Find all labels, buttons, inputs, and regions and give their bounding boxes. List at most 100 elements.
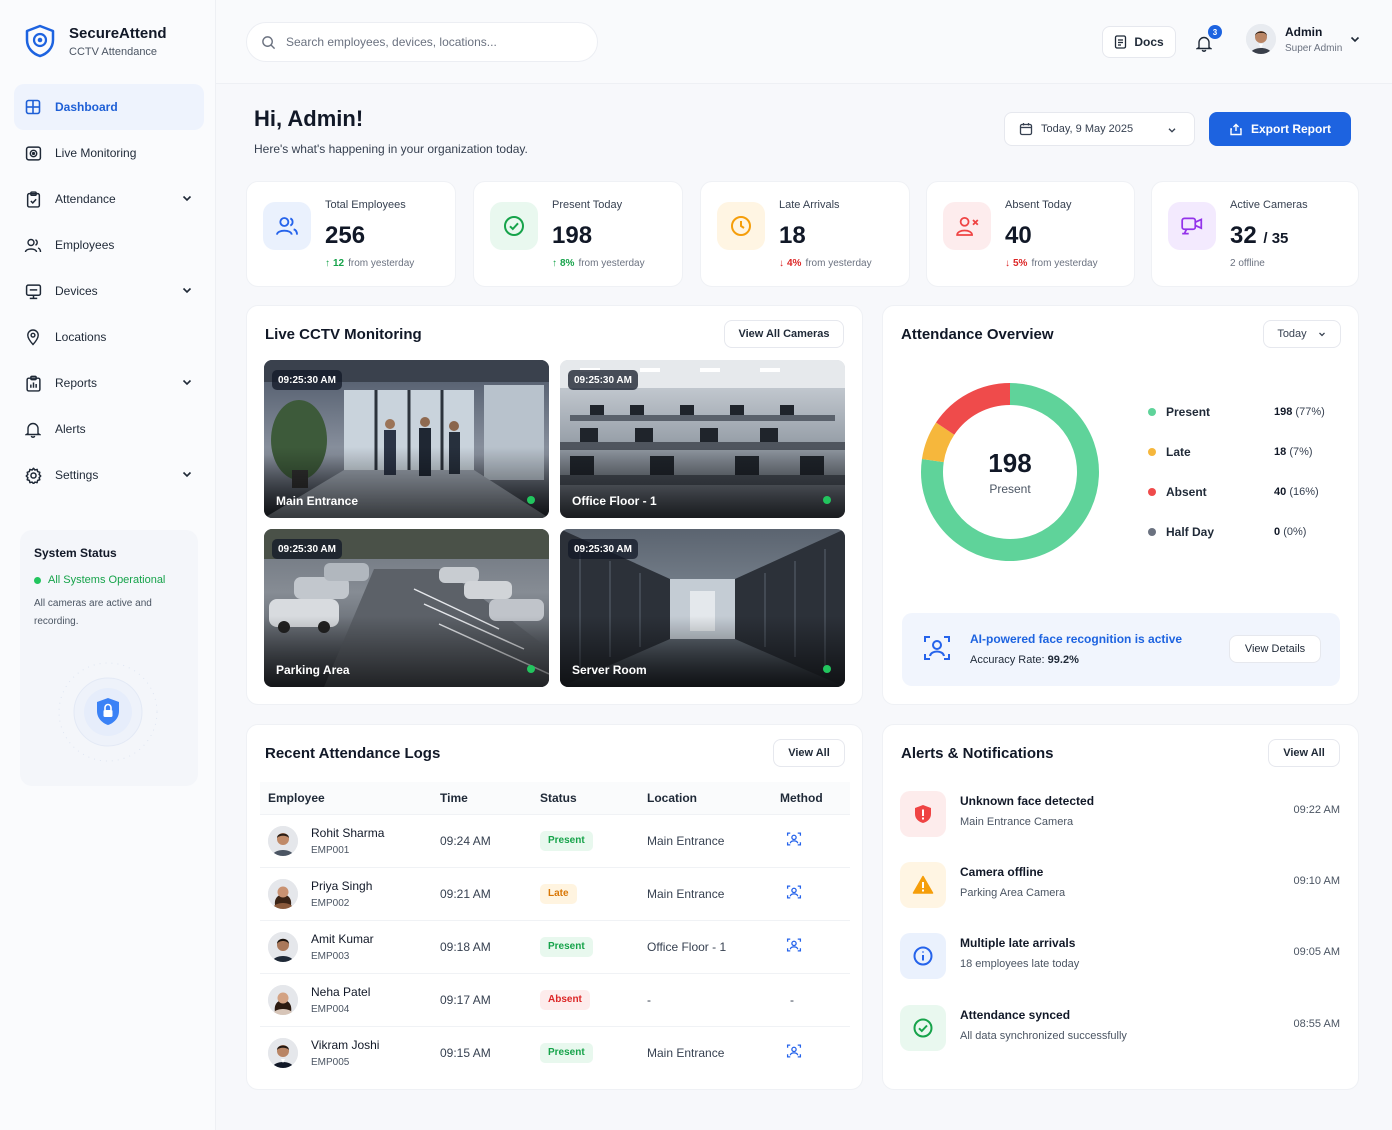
topbar: Docs 3 Admin Super Admin [216, 0, 1392, 84]
period-dropdown[interactable]: Today [1263, 320, 1341, 348]
alert-item[interactable]: Camera offline Parking Area Camera 09:10… [900, 862, 1340, 922]
info-icon [900, 933, 946, 979]
sidebar-item-alerts[interactable]: Alerts [14, 406, 204, 452]
stat-label: Total Employees [325, 199, 406, 211]
chevron-down-icon [182, 379, 192, 386]
log-location: Main Entrance [647, 866, 780, 920]
users-icon [24, 236, 42, 254]
trend-text: from yesterday [805, 258, 872, 269]
legend-value: 40 (16%) [1274, 486, 1319, 498]
arrow-up-icon: ↑ [552, 258, 557, 269]
sidebar-item-devices[interactable]: Devices [14, 268, 204, 314]
table-row[interactable]: Neha Patel EMP004 09:17 AM Absent - - [260, 972, 850, 1026]
face-scan-icon [786, 1044, 802, 1058]
sidebar-item-live-monitoring[interactable]: Live Monitoring [14, 130, 204, 176]
clipboard-icon [24, 190, 42, 208]
legend-name: Half Day [1166, 525, 1215, 539]
alert-time: 08:55 AM [1293, 1018, 1340, 1030]
camera-timestamp: 09:25:30 AM [568, 539, 638, 559]
monitor-icon [24, 282, 42, 300]
face-scan-icon [786, 938, 802, 952]
arrow-down-icon: ↓ [779, 258, 784, 269]
sidebar: SecureAttend CCTV Attendance Dashboard L… [0, 0, 216, 1130]
sidebar-item-locations[interactable]: Locations [14, 314, 204, 360]
sidebar-item-dashboard[interactable]: Dashboard [14, 84, 204, 130]
employee-id: EMP002 [311, 897, 350, 909]
bell-icon [24, 420, 42, 438]
alert-item[interactable]: Attendance synced All data synchronized … [900, 1005, 1340, 1065]
brand[interactable]: SecureAttend CCTV Attendance [24, 24, 167, 58]
view-all-logs-button[interactable]: View All [773, 739, 845, 767]
legend-item-half-day: Half Day 0 (0%) [1148, 525, 1338, 539]
sidebar-item-employees[interactable]: Employees [14, 222, 204, 268]
table-row[interactable]: Amit Kumar EMP003 09:18 AM Present Office… [260, 919, 850, 973]
alert-item[interactable]: Multiple late arrivals 18 employees late… [900, 933, 1340, 993]
alert-subtitle: Parking Area Camera [960, 887, 1066, 899]
stat-card-total-employees[interactable]: Total Employees 256 ↑ 12 from yesterday [246, 181, 456, 287]
user-name: Admin [1285, 24, 1323, 39]
view-details-button[interactable]: View Details [1229, 635, 1321, 663]
sidebar-item-settings[interactable]: Settings [14, 452, 204, 498]
stat-trend: 2 offline [1230, 258, 1265, 269]
docs-button[interactable]: Docs [1102, 26, 1176, 58]
stat-trend: ↓ 4% from yesterday [779, 258, 872, 269]
camera-feed-server-room[interactable]: 09:25:30 AM Server Room [560, 529, 845, 687]
table-row[interactable]: Rohit Sharma EMP001 09:24 AM Present Main… [260, 813, 850, 867]
live-status-dot [823, 665, 831, 673]
user-menu[interactable]: Admin Super Admin [1246, 24, 1362, 54]
status-badge: Late [540, 883, 577, 904]
employee-name: Amit Kumar [311, 931, 374, 946]
sidebar-item-attendance[interactable]: Attendance [14, 176, 204, 222]
video-camera-icon [1168, 202, 1216, 250]
trend-text: from yesterday [348, 258, 415, 269]
stat-card-late-arrivals[interactable]: Late Arrivals 18 ↓ 4% from yesterday [700, 181, 910, 287]
status-dot [34, 576, 41, 584]
table-row[interactable]: Vikram Joshi EMP005 09:15 AM Present Main… [260, 1025, 850, 1079]
trend-text: from yesterday [1031, 258, 1098, 269]
sidebar-item-reports[interactable]: Reports [14, 360, 204, 406]
legend-dot [1148, 448, 1156, 456]
column-header: Time [440, 782, 540, 814]
legend-name: Absent [1166, 485, 1207, 499]
status-badge: Present [540, 936, 593, 957]
export-report-button[interactable]: Export Report [1209, 112, 1351, 146]
camera-feed-main-entrance[interactable]: 09:25:30 AM Main Entrance [264, 360, 549, 518]
employee-id: EMP004 [311, 1003, 350, 1015]
status-badge: Absent [540, 989, 590, 1010]
view-all-cameras-button[interactable]: View All Cameras [724, 320, 844, 348]
trend-value: 8% [560, 258, 575, 269]
camera-name: Office Floor - 1 [572, 494, 657, 508]
search-bar[interactable] [246, 22, 598, 62]
calendar-icon [1019, 123, 1033, 136]
alert-title: Multiple late arrivals [960, 936, 1076, 950]
sidebar-item-label: Employees [55, 238, 115, 252]
stat-card-absent-today[interactable]: Absent Today 40 ↓ 5% from yesterday [926, 181, 1135, 287]
date-picker[interactable]: Today, 9 May 2025 [1004, 112, 1195, 146]
alert-item[interactable]: Unknown face detected Main Entrance Came… [900, 791, 1340, 851]
sidebar-item-label: Reports [55, 376, 98, 390]
log-location: Office Floor - 1 [647, 919, 780, 973]
arrow-down-icon: ↓ [1005, 258, 1010, 269]
camera-feed-office-floor[interactable]: 09:25:30 AM Office Floor - 1 [560, 360, 845, 518]
employee-name: Neha Patel [311, 984, 371, 999]
stat-value: 198 [552, 222, 593, 249]
avatar [268, 1037, 298, 1068]
legend-count: 0 [1274, 526, 1281, 538]
docs-label: Docs [1134, 35, 1164, 49]
view-all-alerts-button[interactable]: View All [1268, 739, 1340, 767]
stat-card-present-today[interactable]: Present Today 198 ↑ 8% from yesterday [473, 181, 683, 287]
face-scan-icon [786, 832, 802, 846]
log-location: Main Entrance [647, 1025, 780, 1079]
trend-value: 5% [1013, 258, 1028, 269]
search-input[interactable] [286, 35, 586, 49]
camera-feed-parking-area[interactable]: 09:25:30 AM Parking Area [264, 529, 549, 687]
stat-card-active-cameras[interactable]: Active Cameras 32 / 35 2 offline [1151, 181, 1359, 287]
user-role: Super Admin [1285, 42, 1343, 54]
check-circle-icon [900, 1005, 946, 1051]
sidebar-item-label: Devices [55, 284, 98, 298]
table-row[interactable]: Priya Singh EMP002 09:21 AM Late Main Ent… [260, 866, 850, 920]
legend-value: 0 (0%) [1274, 526, 1306, 538]
employee-name: Vikram Joshi [311, 1037, 380, 1052]
clock-icon [717, 202, 765, 250]
donut-center-value: 198 [988, 448, 1032, 478]
